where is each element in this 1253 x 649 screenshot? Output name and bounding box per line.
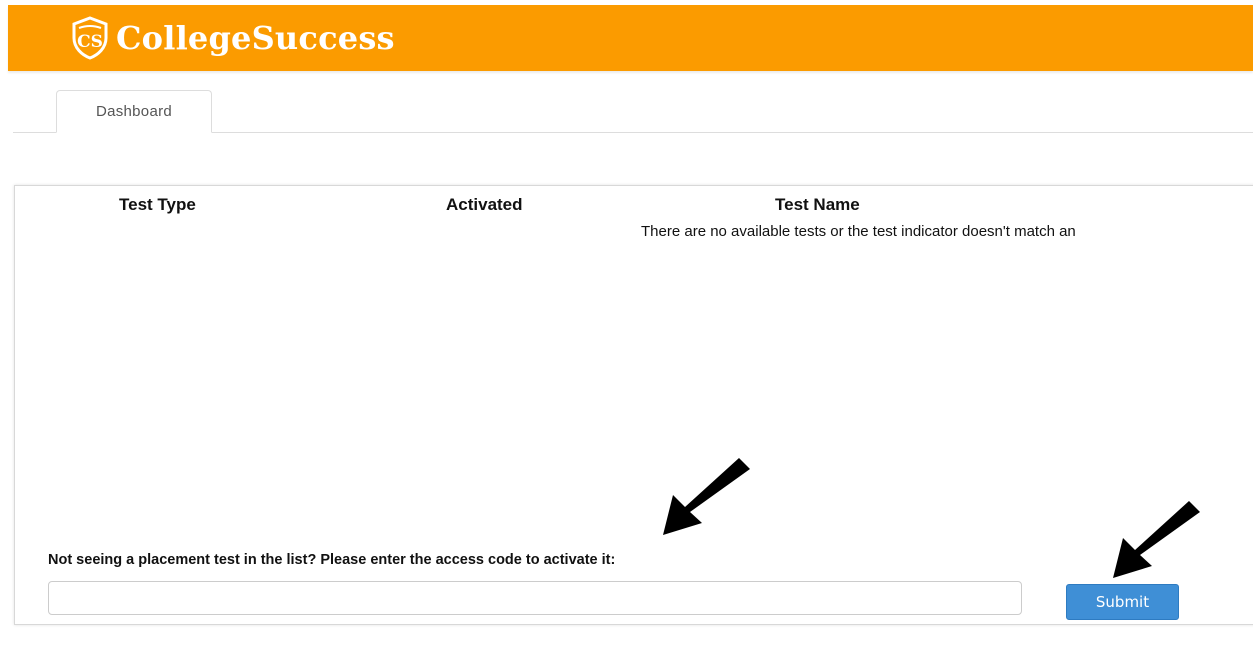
annotation-arrow-icon [1113,501,1200,578]
brand-name: CollegeSuccess [116,19,395,57]
tab-dashboard-label: Dashboard [95,103,173,120]
app-header: CS CollegeSuccess [8,5,1253,71]
empty-tests-message: There are no available tests or the test… [641,223,1076,240]
column-header-activated: Activated [446,195,523,214]
column-header-test-name: Test Name [775,195,860,214]
logo-initials: CS [77,32,103,52]
shield-logo-icon: CS [72,16,108,60]
annotation-arrow-icon [663,458,750,535]
access-code-label: Not seeing a placement test in the list?… [48,552,616,568]
submit-button[interactable]: Submit [1066,584,1179,620]
column-header-test-type: Test Type [119,195,196,214]
brand-logo[interactable]: CS CollegeSuccess [70,15,395,61]
tab-dashboard[interactable]: Dashboard [56,90,212,133]
access-code-input[interactable] [48,581,1022,615]
tests-panel: Test Type Activated Test Name There are … [14,185,1253,625]
